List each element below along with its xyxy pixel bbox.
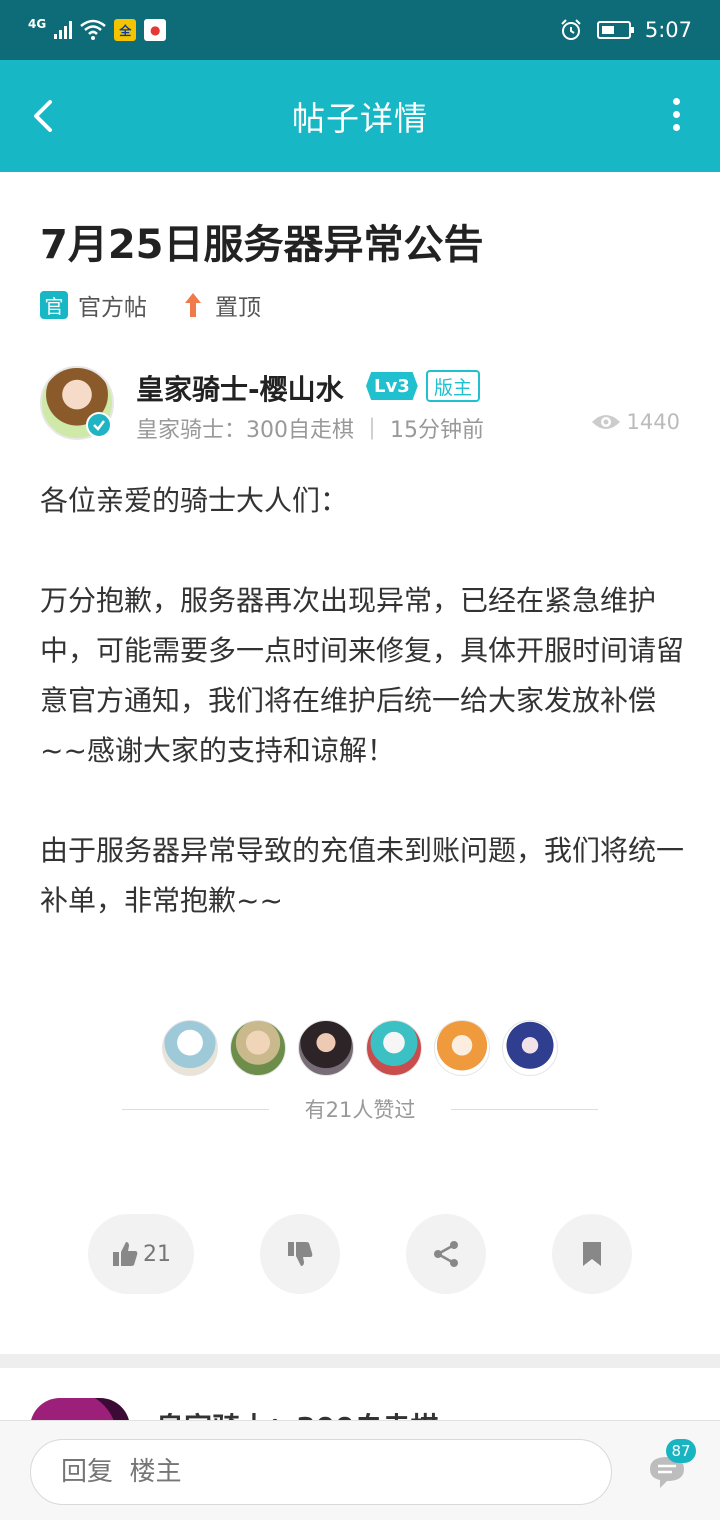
post-title: 7月25日服务器异常公告 — [40, 222, 484, 268]
signal-icon — [54, 21, 73, 39]
liker-avatar[interactable] — [502, 1020, 558, 1076]
reply-bar: 87 — [0, 1420, 720, 1520]
app-bar: 帖子详情 — [0, 60, 720, 172]
content-paragraph: 万分抱歉，服务器再次出现异常，已经在紧急维护中，可能需要多一点时间来修复，具体开… — [40, 584, 685, 767]
back-arrow-icon[interactable] — [24, 92, 64, 140]
divider — [122, 1108, 269, 1110]
status-right: 5:07 — [559, 18, 692, 42]
content-paragraph: 由于服务器异常导致的充值未到账问题，我们将统一补单，非常抱歉~~ — [40, 834, 685, 917]
moderator-badge: 版主 — [426, 370, 481, 402]
post-content: 各位亲爱的骑士大人们： 万分抱歉，服务器再次出现异常，已经在紧急维护中，可能需要… — [40, 476, 685, 926]
liker-avatar[interactable] — [366, 1020, 422, 1076]
notification-app-icon: 全 — [114, 19, 137, 41]
share-button[interactable] — [406, 1214, 486, 1294]
dislike-button[interactable] — [260, 1214, 340, 1294]
thumbs-down-icon — [288, 1242, 313, 1266]
reply-input[interactable] — [30, 1439, 612, 1505]
bookmark-icon — [583, 1242, 601, 1266]
likes-summary[interactable]: 有21人赞过 — [122, 1094, 599, 1124]
section-divider — [0, 1354, 720, 1368]
share-icon — [434, 1241, 458, 1267]
comment-count-badge: 87 — [666, 1439, 696, 1463]
author-meta: 皇家骑士：300自走棋 ｜ 15分钟前 — [136, 418, 484, 443]
eye-icon — [591, 415, 620, 429]
network-type: 4G — [28, 17, 47, 31]
verified-check-icon — [86, 412, 112, 438]
status-left: 4G 全 ● — [28, 17, 167, 41]
more-vert-icon[interactable] — [673, 98, 680, 131]
divider — [451, 1108, 599, 1110]
liker-avatar[interactable] — [162, 1020, 218, 1076]
bookmark-button[interactable] — [552, 1214, 632, 1294]
liker-avatar[interactable] — [298, 1020, 354, 1076]
official-badge-icon: 官 — [40, 291, 68, 319]
level-badge: Lv3 — [366, 372, 418, 400]
author-name[interactable]: 皇家骑士-樱山水 — [136, 368, 344, 408]
view-count: 1440 — [591, 410, 680, 434]
avatar[interactable] — [30, 1398, 130, 1420]
likes-summary-text: 有21人赞过 — [304, 1098, 416, 1122]
comment-item[interactable]: 皇家骑士：300自走棋 — [0, 1368, 720, 1420]
pin-top-arrow-icon — [185, 293, 201, 317]
thumbs-up-icon — [113, 1242, 138, 1266]
author-block[interactable]: 皇家骑士-樱山水 Lv3 版主 皇家骑士：300自走棋 ｜ 15分钟前 1440 — [40, 366, 680, 446]
liker-avatar[interactable] — [434, 1020, 490, 1076]
status-bar: 4G 全 ● 5:07 — [0, 0, 720, 60]
alarm-icon — [561, 19, 581, 40]
content-paragraph: 各位亲爱的骑士大人们： — [40, 484, 349, 517]
like-count: 21 — [143, 1241, 171, 1267]
tag-top-label: 置顶 — [215, 295, 261, 321]
post-actions: 21 — [88, 1214, 634, 1294]
wifi-icon — [80, 19, 107, 40]
like-button[interactable]: 21 — [88, 1214, 194, 1294]
view-count-value: 1440 — [626, 410, 680, 434]
tag-official-label: 官方帖 — [78, 295, 147, 321]
post-tags: 官 官方帖 置顶 — [40, 288, 261, 322]
status-time: 5:07 — [644, 18, 692, 42]
liker-avatars[interactable] — [0, 1020, 720, 1076]
page-title: 帖子详情 — [292, 99, 428, 138]
comment-author-name[interactable]: 皇家骑士：300自走棋 — [156, 1406, 438, 1420]
battery-icon — [596, 21, 634, 39]
liker-avatar[interactable] — [230, 1020, 286, 1076]
notification-map-icon: ● — [144, 19, 167, 41]
